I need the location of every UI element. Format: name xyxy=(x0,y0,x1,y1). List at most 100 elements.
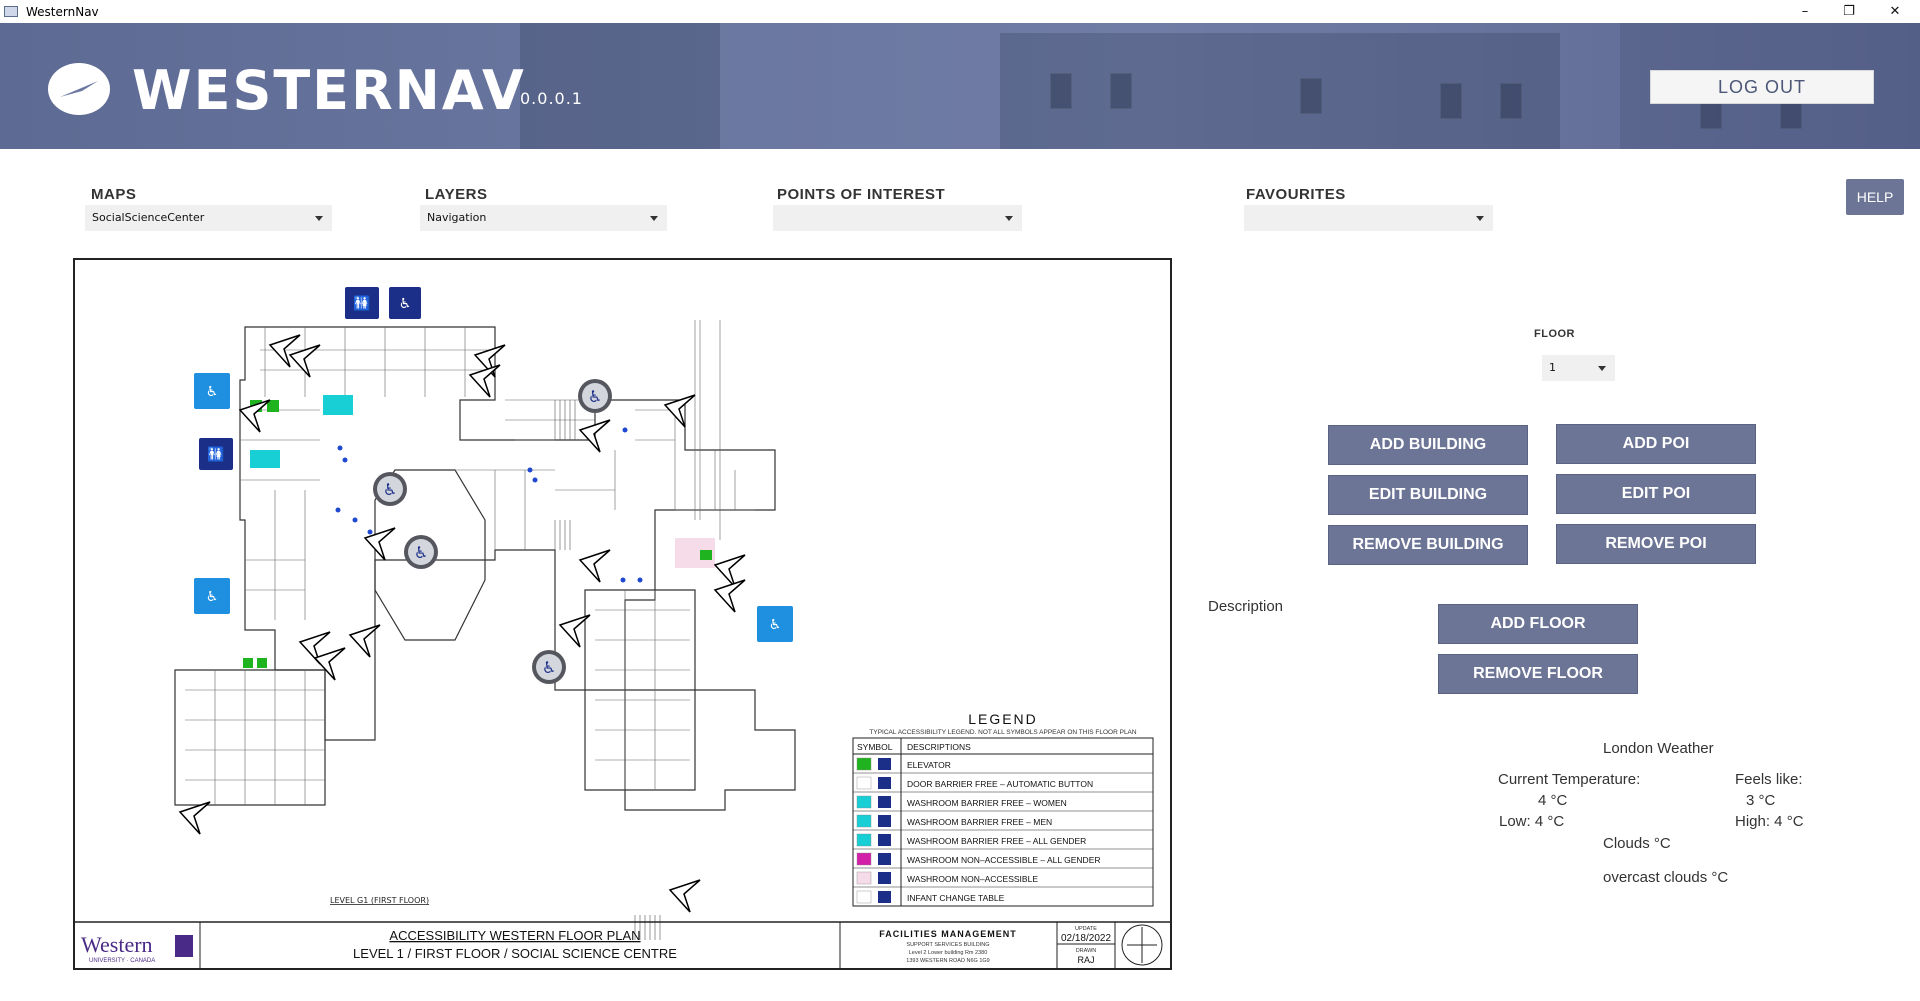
legend-swatch xyxy=(856,833,872,847)
svg-text:🚻: 🚻 xyxy=(207,446,224,463)
legend-symbol-icon xyxy=(878,796,891,808)
legend-description: DOOR BARRIER FREE – AUTOMATIC BUTTON xyxy=(907,779,1093,789)
remove-poi-button[interactable]: REMOVE POI xyxy=(1556,524,1756,564)
svg-text:♿: ♿ xyxy=(542,658,556,677)
legend-swatch xyxy=(856,890,872,904)
svg-text:♿: ♿ xyxy=(206,589,219,605)
legend-description: ELEVATOR xyxy=(907,760,951,770)
chevron-down-icon xyxy=(1476,216,1484,221)
drawn-label: DRAWN xyxy=(1076,948,1097,954)
legend-description: WASHROOM BARRIER FREE – WOMEN xyxy=(907,798,1067,808)
add-building-button[interactable]: ADD BUILDING xyxy=(1328,425,1528,465)
level-label: LEVEL G1 (FIRST FLOOR) xyxy=(330,896,429,905)
legend-header-symbol: SYMBOL xyxy=(857,742,893,752)
edit-building-button[interactable]: EDIT BUILDING xyxy=(1328,475,1528,515)
dept-line3: 1393 WESTERN ROAD N6G 1G9 xyxy=(906,958,989,964)
update-date: 02/18/2022 xyxy=(1061,933,1111,944)
building-outline xyxy=(174,326,796,811)
legend-swatch xyxy=(856,852,872,866)
legend-symbol-icon xyxy=(878,834,891,846)
remove-floor-button[interactable]: REMOVE FLOOR xyxy=(1438,654,1638,694)
wheelchair-icon[interactable]: ♿ xyxy=(404,535,438,569)
wheelchair-icon[interactable]: ♿ xyxy=(578,379,612,413)
clouds-text: Clouds °C xyxy=(1603,835,1671,852)
help-button[interactable]: HELP xyxy=(1846,179,1904,215)
feels-like-value: 3 °C xyxy=(1746,792,1776,809)
layers-select-value: Navigation xyxy=(427,211,487,224)
university-crest-icon xyxy=(175,935,193,957)
elevator-fill xyxy=(257,658,267,668)
maps-label: MAPS xyxy=(91,186,137,203)
low-temp: Low: 4 °C xyxy=(1499,813,1565,830)
svg-text:♿: ♿ xyxy=(206,384,219,400)
add-floor-button[interactable]: ADD FLOOR xyxy=(1438,604,1638,644)
legend-symbol-icon xyxy=(878,758,891,770)
university-name: Western xyxy=(81,932,153,957)
legend-description: WASHROOM NON–ACCESSIBLE xyxy=(907,874,1038,884)
legend-description: WASHROOM BARRIER FREE – ALL GENDER xyxy=(907,836,1086,846)
wheelchair-icon[interactable]: ♿ xyxy=(532,650,566,684)
edit-poi-button[interactable]: EDIT POI xyxy=(1556,474,1756,514)
legend-subtitle: TYPICAL ACCESSIBILITY LEGEND. NOT ALL SY… xyxy=(869,729,1136,736)
legend-swatch xyxy=(856,757,872,771)
legend-title: LEGEND xyxy=(968,711,1038,727)
legend-description: INFANT CHANGE TABLE xyxy=(907,893,1005,903)
poi-label: POINTS OF INTEREST xyxy=(777,186,946,203)
floor-select[interactable]: 1 xyxy=(1542,355,1615,381)
update-label: UPDATE xyxy=(1075,926,1097,932)
close-button[interactable]: ✕ xyxy=(1872,0,1918,23)
restore-button[interactable]: ❐ xyxy=(1826,0,1872,23)
remove-building-button[interactable]: REMOVE BUILDING xyxy=(1328,525,1528,565)
washroom-sign-icon[interactable]: 🚻 xyxy=(199,438,233,470)
maps-select-value: SocialScienceCenter xyxy=(92,211,205,224)
legend-description: WASHROOM NON–ACCESSIBLE – ALL GENDER xyxy=(907,855,1101,865)
elevator-sign-icon[interactable]: ♿ xyxy=(194,373,230,409)
chevron-down-icon xyxy=(1005,216,1013,221)
dept-line2: Level 2 Lower building Rm 2380 xyxy=(909,950,988,956)
poi-select[interactable] xyxy=(773,205,1022,231)
washroom-sign-icon[interactable]: 🚻 xyxy=(345,287,379,319)
legend-swatch xyxy=(856,814,872,828)
logout-button[interactable]: LOG OUT xyxy=(1650,70,1874,104)
window-titlebar: WesternNav – ❐ ✕ xyxy=(0,0,1920,23)
current-temp-value: 4 °C xyxy=(1538,792,1568,809)
title-block: Western UNIVERSITY · CANADA ACCESSIBILIT… xyxy=(75,921,1170,968)
current-temp-label: Current Temperature: xyxy=(1498,771,1641,788)
svg-text:♿: ♿ xyxy=(588,387,602,406)
wheelchair-icon[interactable]: ♿ xyxy=(373,472,407,506)
layers-select[interactable]: Navigation xyxy=(420,205,667,231)
feels-like-label: Feels like: xyxy=(1735,771,1803,788)
plan-title: ACCESSIBILITY WESTERN FLOOR PLAN xyxy=(389,928,640,943)
elevator-fill xyxy=(700,550,712,560)
dept-line1: SUPPORT SERVICES BUILDING xyxy=(906,942,989,948)
elevator-fill xyxy=(243,658,253,668)
svg-text:♿: ♿ xyxy=(414,543,428,562)
navigation-arrows xyxy=(178,334,746,913)
floor-select-value: 1 xyxy=(1549,361,1556,374)
legend-swatch xyxy=(856,871,872,885)
add-poi-button[interactable]: ADD POI xyxy=(1556,424,1756,464)
legend-swatch xyxy=(856,776,872,790)
elevator-sign-icon[interactable]: ♿ xyxy=(757,606,793,642)
minimize-button[interactable]: – xyxy=(1782,0,1828,23)
legend-symbol-icon xyxy=(878,891,891,903)
high-temp: High: 4 °C xyxy=(1735,813,1804,830)
legend-swatch xyxy=(856,795,872,809)
chevron-down-icon xyxy=(650,216,658,221)
window-title: WesternNav xyxy=(26,4,99,19)
app-brand: WESTERNAV xyxy=(132,59,526,122)
room-walls xyxy=(185,320,755,805)
maps-select[interactable]: SocialScienceCenter xyxy=(85,205,332,231)
layers-label: LAYERS xyxy=(425,186,488,203)
favourites-select[interactable] xyxy=(1244,205,1493,231)
weather-title: London Weather xyxy=(1603,740,1714,757)
svg-text:♿: ♿ xyxy=(399,296,412,312)
infant-change-icon[interactable]: ♿ xyxy=(389,287,421,319)
washroom-fill xyxy=(250,450,280,468)
app-version: 0.0.0.1 xyxy=(520,89,583,108)
elevator-sign-icon[interactable]: ♿ xyxy=(194,578,230,614)
chevron-down-icon xyxy=(1598,366,1606,371)
washroom-fill xyxy=(323,395,353,415)
floor-plan-map[interactable]: ♿ ♿ ♿ ♿ 🚻 ♿ ♿ 🚻 ♿ ♿ LEVEL G1 (FIRST FLOO… xyxy=(73,258,1172,970)
drawn-by: RAJ xyxy=(1077,955,1094,965)
